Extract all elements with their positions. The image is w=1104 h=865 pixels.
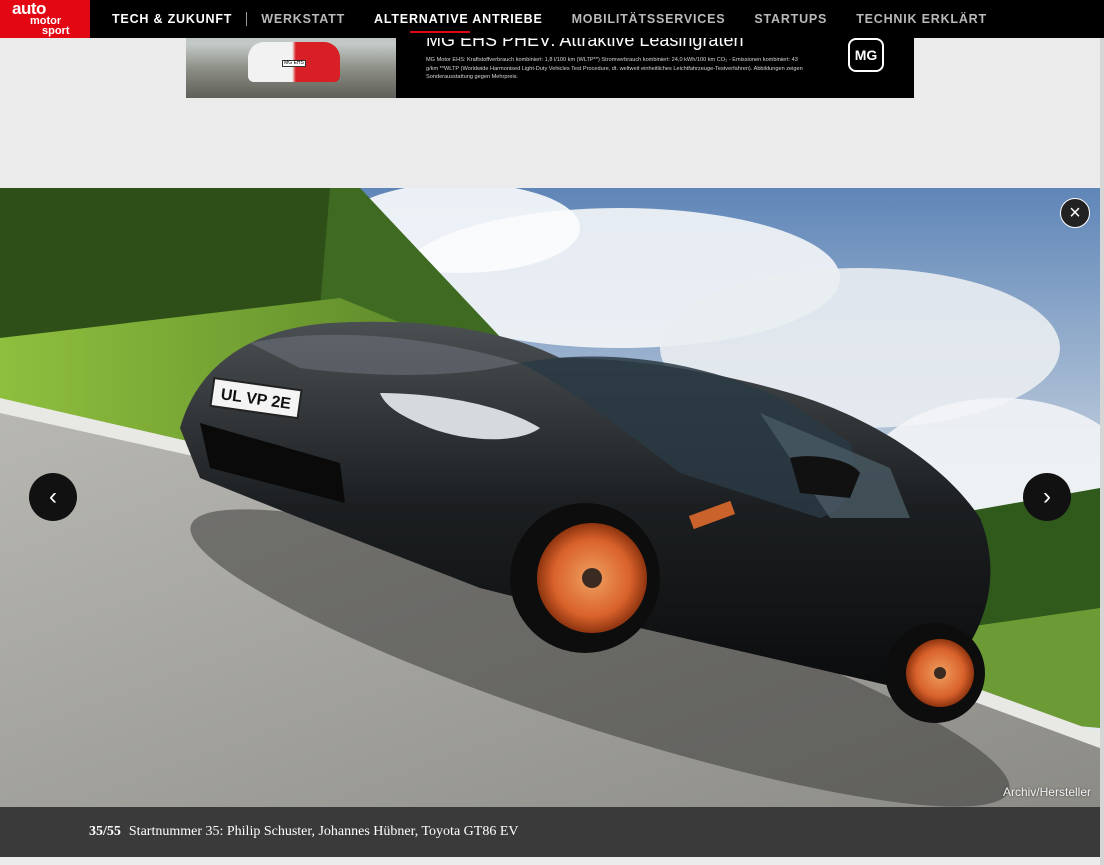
gallery-image: UL VP 2E [0,188,1100,807]
nav-item-mobilitaetsservices[interactable]: Mobilitätsservices [572,0,726,38]
ad-disclaimer: MG Motor EHS: Kraftstoffverbrauch kombin… [426,57,803,80]
ad-car-plate: MG EHS [282,60,306,67]
car-photo: UL VP 2E [0,188,1100,807]
nav-item-alternative-antriebe[interactable]: Alternative Antriebe [374,0,543,38]
nav-item-tech-zukunft[interactable]: Tech & Zukunft [112,0,232,38]
nav-item-technik-erklaert[interactable]: Technik erklärt [856,0,987,38]
page-scrollbar[interactable] [1100,0,1104,865]
ad-car-shape: MG EHS [248,42,340,82]
main-menu: Tech & Zukunft Werkstatt Alternative Ant… [90,0,1016,38]
image-caption: 35/55 Startnummer 35: Philip Schuster, J… [0,807,1100,857]
mg-logo: MG [848,38,884,72]
previous-image-button[interactable]: ‹ [29,473,77,521]
top-navigation: auto motor sport Tech & Zukunft Werkstat… [0,0,1104,38]
nav-item-startups[interactable]: Startups [754,0,827,38]
close-icon: × [1069,201,1081,224]
nav-item-werkstatt[interactable]: Werkstatt [261,0,345,38]
caption-text: Startnummer 35: Philip Schuster, Johanne… [128,824,519,839]
chevron-left-icon: ‹ [49,483,57,510]
site-logo[interactable]: auto motor sport [0,0,90,38]
close-button[interactable]: × [1060,198,1090,228]
chevron-right-icon: › [1043,483,1051,510]
image-counter: 35/55 [89,824,121,839]
nav-divider [246,12,248,26]
page: auto motor sport Tech & Zukunft Werkstat… [0,0,1104,865]
next-image-button[interactable]: › [1023,473,1071,521]
photo-credit: Archiv/Hersteller [1002,785,1091,799]
